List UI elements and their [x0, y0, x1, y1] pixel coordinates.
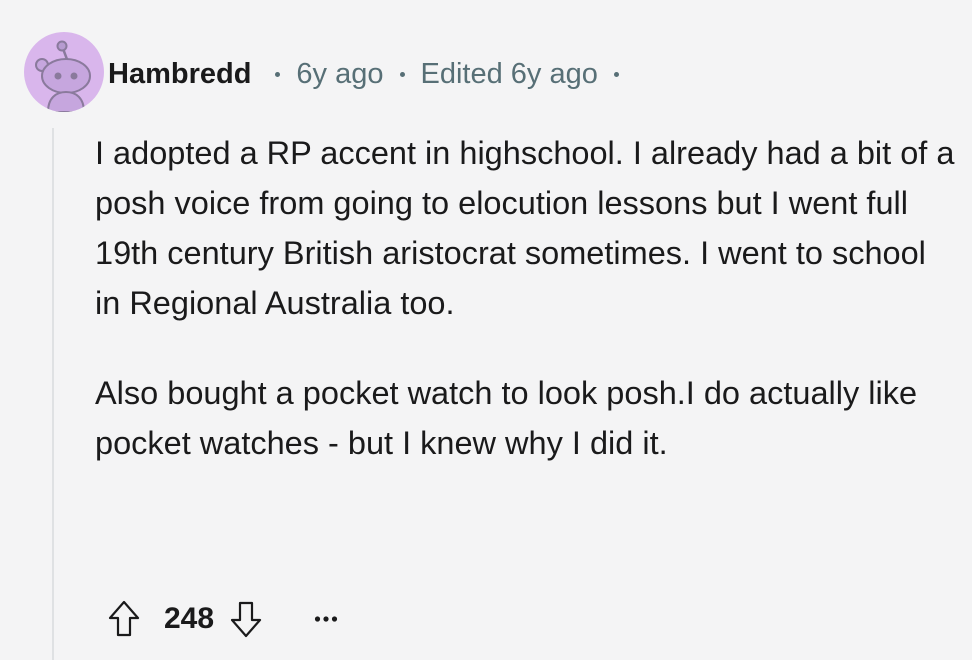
- separator-dot: [399, 71, 405, 77]
- snoo-avatar-icon: [35, 40, 91, 112]
- comment-actions: 248: [104, 594, 346, 644]
- comment: Hambredd 6y ago Edited 6y ago I adopted …: [0, 0, 972, 660]
- edited-time: Edited 6y ago: [420, 57, 598, 90]
- thread-line[interactable]: [52, 128, 54, 660]
- posted-time: 6y ago: [296, 57, 384, 90]
- author-name[interactable]: Hambredd: [108, 58, 251, 91]
- upvote-button[interactable]: [104, 596, 144, 642]
- separator-dot: [613, 71, 619, 77]
- ellipsis-icon: [314, 616, 338, 622]
- vote-score: 248: [164, 602, 215, 635]
- more-options-button[interactable]: [306, 596, 346, 642]
- comment-paragraph: Also bought a pocket watch to look posh.…: [95, 375, 918, 461]
- comment-body: I adopted a RP accent in highschool. I a…: [95, 128, 955, 468]
- separator-dot: [275, 71, 281, 77]
- avatar[interactable]: [24, 32, 104, 112]
- arrow-down-outline-icon: [230, 601, 262, 638]
- comment-paragraph: I adopted a RP accent in highschool. I a…: [95, 135, 955, 321]
- downvote-button[interactable]: [226, 596, 266, 642]
- arrow-up-outline-icon: [108, 600, 140, 637]
- comment-meta: Hambredd 6y ago Edited 6y ago: [108, 52, 635, 96]
